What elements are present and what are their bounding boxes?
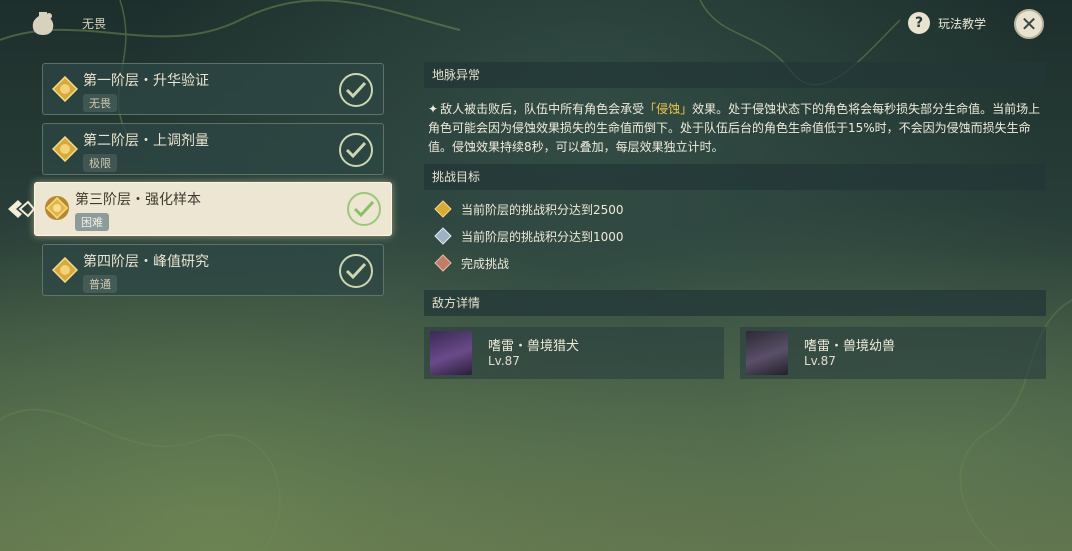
enemy-portrait <box>430 331 472 375</box>
stage-medal-icon <box>45 196 69 220</box>
abyss-vase-icon <box>32 12 54 35</box>
goal-item: 当前阶层的挑战积分达到1000 <box>434 227 624 245</box>
enemy-card-1[interactable]: 嗜雷・兽境猎犬 Lv.87 <box>424 327 724 379</box>
mode-label: 无畏 <box>82 16 107 31</box>
stage-medal-icon <box>52 136 78 162</box>
challenge-heading: 挑战目标 <box>424 164 1046 190</box>
help-button[interactable]: ? 玩法教学 <box>908 12 986 34</box>
difficulty-badge: 困难 <box>75 213 109 231</box>
goal-item: 当前阶层的挑战积分达到2500 <box>434 200 624 218</box>
help-label: 玩法教学 <box>938 16 987 31</box>
check-icon <box>339 254 373 288</box>
goal-text: 当前阶层的挑战积分达到1000 <box>461 229 624 244</box>
enemies-heading: 敌方详情 <box>424 290 1046 316</box>
close-button[interactable]: ✕ <box>1014 9 1044 39</box>
gold-medal-icon <box>434 200 452 218</box>
check-icon <box>339 133 373 167</box>
enemy-portrait <box>746 331 788 375</box>
enemy-name: 嗜雷・兽境幼兽 <box>804 339 896 354</box>
question-icon: ? <box>908 12 930 34</box>
stage-title: 第二阶层・上调剂量 <box>83 133 209 149</box>
stage-title: 第三阶层・强化样本 <box>75 192 201 208</box>
ley-line-heading: 地脉异常 <box>424 62 1046 88</box>
enemy-level: Lv.87 <box>804 354 836 368</box>
stage-medal-icon <box>52 257 78 283</box>
goal-text: 完成挑战 <box>461 256 510 271</box>
enemy-card-2[interactable]: 嗜雷・兽境幼兽 Lv.87 <box>740 327 1046 379</box>
selection-pointer-icon <box>8 200 36 218</box>
sparkle-icon: ✦ <box>428 102 439 116</box>
stage-item-1[interactable]: 第一阶层・升华验证 无畏 <box>42 63 384 115</box>
stage-item-2[interactable]: 第二阶层・上调剂量 极限 <box>42 123 384 175</box>
check-icon <box>339 73 373 107</box>
mode-header: 无畏 <box>28 8 106 38</box>
stage-medal-icon <box>52 76 78 102</box>
goal-text: 当前阶层的挑战积分达到2500 <box>461 202 624 217</box>
enemy-level: Lv.87 <box>488 354 520 368</box>
erosion-keyword: 「侵蚀」 <box>644 102 693 116</box>
silver-medal-icon <box>434 227 452 245</box>
bronze-medal-icon <box>434 254 452 272</box>
stage-item-4[interactable]: 第四阶层・峰值研究 普通 <box>42 244 384 296</box>
enemy-name: 嗜雷・兽境猎犬 <box>488 339 580 354</box>
stage-item-3[interactable]: 第三阶层・强化样本 困难 <box>34 182 392 236</box>
goal-item: 完成挑战 <box>434 254 509 272</box>
stage-title: 第一阶层・升华验证 <box>83 73 209 89</box>
ley-line-text-before: 敌人被击败后，队伍中所有角色会承受 <box>440 102 645 116</box>
check-icon <box>347 192 381 226</box>
difficulty-badge: 无畏 <box>83 94 117 112</box>
ley-line-description: ✦ 敌人被击败后，队伍中所有角色会承受「侵蚀」效果。处于侵蚀状态下的角色将会每秒损… <box>428 100 1048 157</box>
difficulty-badge: 极限 <box>83 154 117 172</box>
difficulty-badge: 普通 <box>83 275 117 293</box>
close-icon: ✕ <box>1020 12 1038 36</box>
stage-title: 第四阶层・峰值研究 <box>83 254 209 270</box>
